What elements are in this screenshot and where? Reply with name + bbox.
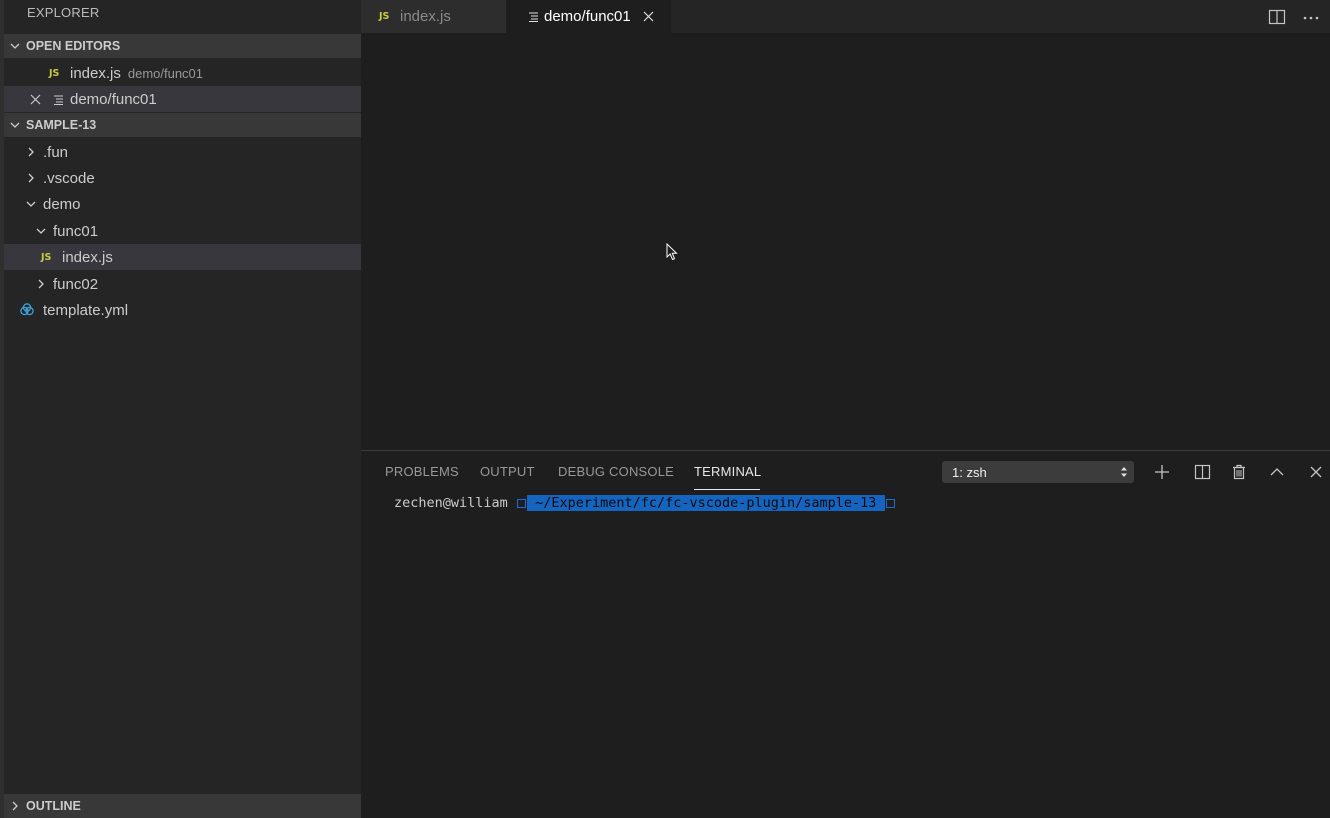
terminal-prompt[interactable]: zechen@william ~/Experiment/fc/fc-vscode… [394, 495, 896, 511]
chevron-down-icon [4, 40, 26, 52]
tree-item-func01[interactable]: func01 [4, 218, 361, 244]
tab-index-js[interactable]: JS index.js [361, 0, 506, 33]
editor-area[interactable] [361, 33, 1330, 450]
new-terminal-icon[interactable] [1151, 462, 1173, 482]
prompt-segment-marker [885, 498, 895, 508]
tab-label: index.js [400, 8, 451, 25]
outline-header[interactable]: OUTLINE [4, 794, 361, 818]
js-file-icon: JS [49, 67, 60, 79]
tree-item-fun[interactable]: .fun [4, 139, 361, 165]
chevron-down-icon [4, 119, 26, 131]
open-editors-header[interactable]: OPEN EDITORS [4, 34, 361, 58]
chevron-right-icon [24, 172, 38, 184]
terminal-select-value: 1: zsh [952, 464, 987, 480]
open-editor-item-demo-func01[interactable]: demo/func01 [4, 86, 361, 112]
split-terminal-icon[interactable] [1191, 462, 1213, 482]
explorer-sidebar: EXPLORER OPEN EDITORS JS index.js demo/f… [0, 0, 361, 818]
chevron-right-icon [24, 146, 38, 158]
tree-item-label: func02 [53, 275, 99, 293]
open-editor-label: index.js [70, 64, 121, 82]
close-panel-icon[interactable] [1305, 462, 1327, 482]
tab-label: demo/func01 [544, 8, 631, 25]
active-tab-indicator [694, 489, 760, 490]
text-file-icon [51, 92, 65, 106]
text-file-icon [526, 10, 540, 24]
mouse-cursor-icon [666, 242, 678, 264]
tree-item-label: demo [43, 195, 81, 213]
tree-item-label: .vscode [43, 169, 95, 187]
tab-output[interactable]: OUTPUT [480, 464, 535, 479]
tree-item-label: template.yml [43, 301, 129, 319]
select-arrows-icon [1120, 465, 1128, 482]
tree-item-func02[interactable]: func02 [4, 271, 361, 297]
tree-item-label: .fun [43, 143, 69, 161]
tab-debug-console[interactable]: DEBUG CONSOLE [558, 464, 674, 479]
open-editor-description: demo/func01 [127, 65, 204, 81]
js-file-icon: JS [41, 251, 52, 263]
tree-item-template-yml[interactable]: template.yml [4, 297, 361, 323]
workspace-label: SAMPLE-13 [26, 118, 97, 132]
prompt-path: ~/Experiment/fc/fc-vscode-plugin/sample-… [526, 495, 885, 511]
cloud-template-icon [18, 303, 36, 317]
maximize-panel-icon[interactable] [1266, 462, 1288, 482]
tab-demo-func01[interactable]: demo/func01 [506, 0, 671, 33]
tree-item-vscode[interactable]: .vscode [4, 165, 361, 191]
tree-item-label: func01 [53, 222, 99, 240]
js-file-icon: JS [379, 11, 390, 22]
open-editor-item-index-js[interactable]: JS index.js demo/func01 [4, 60, 361, 86]
trash-icon[interactable] [1228, 462, 1250, 482]
tab-terminal[interactable]: TERMINAL [694, 464, 761, 479]
explorer-title: EXPLORER [27, 5, 100, 20]
tab-problems[interactable]: PROBLEMS [385, 464, 459, 479]
chevron-down-icon [24, 198, 38, 210]
chevron-right-icon [34, 278, 48, 290]
close-icon[interactable] [28, 94, 42, 105]
tree-item-label: index.js [62, 248, 113, 266]
close-icon[interactable] [643, 11, 654, 22]
outline-label: OUTLINE [26, 799, 81, 813]
chevron-down-icon [34, 225, 48, 237]
open-editor-label: demo/func01 [70, 90, 157, 108]
prompt-user: zechen@william [394, 495, 508, 511]
open-editors-label: OPEN EDITORS [26, 39, 121, 53]
tree-item-index-js[interactable]: JS index.js [4, 244, 361, 270]
tree-item-demo[interactable]: demo [4, 191, 361, 217]
split-editor-icon[interactable] [1268, 0, 1286, 33]
editor-tab-bar: JS index.js demo/func01 [361, 0, 1330, 33]
more-actions-icon[interactable] [1302, 0, 1320, 33]
bottom-panel: PROBLEMS OUTPUT DEBUG CONSOLE TERMINAL 1… [361, 450, 1330, 818]
workspace-header[interactable]: SAMPLE-13 [4, 113, 361, 137]
terminal-select[interactable]: 1: zsh [942, 461, 1134, 483]
prompt-segment-marker [516, 498, 526, 508]
chevron-right-icon [4, 800, 26, 812]
